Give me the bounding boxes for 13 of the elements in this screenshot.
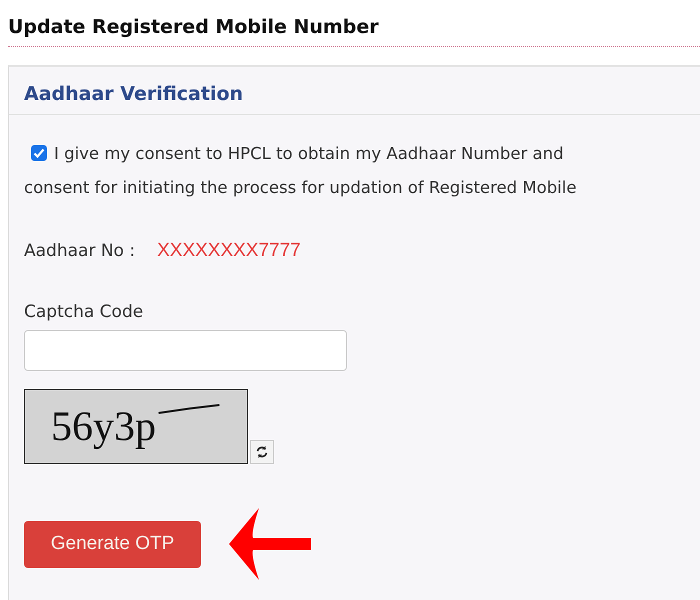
captcha-input-field[interactable] xyxy=(24,330,347,371)
strike-line xyxy=(157,402,221,416)
section-heading: Aadhaar Verification xyxy=(24,83,244,105)
refresh-icon[interactable] xyxy=(250,440,274,464)
captcha-label: Captcha Code xyxy=(24,302,144,322)
aadhaar-number: XXXXXXXX7777 xyxy=(157,240,301,262)
consent-text: consent for initiating the process for updation of Registered Mobile xyxy=(24,178,576,196)
captcha-text: 56y3p xyxy=(51,402,156,450)
generate-otp-button[interactable]: Generate OTP xyxy=(24,520,201,568)
page-title: Update Registered Mobile Number xyxy=(8,16,379,38)
aadhaar-label: Aadhaar No : xyxy=(24,241,136,261)
consent-checkbox[interactable] xyxy=(31,145,47,161)
consent-text: I give my consent to HPCL to obtain my Aadhaar Number and xyxy=(54,144,564,162)
